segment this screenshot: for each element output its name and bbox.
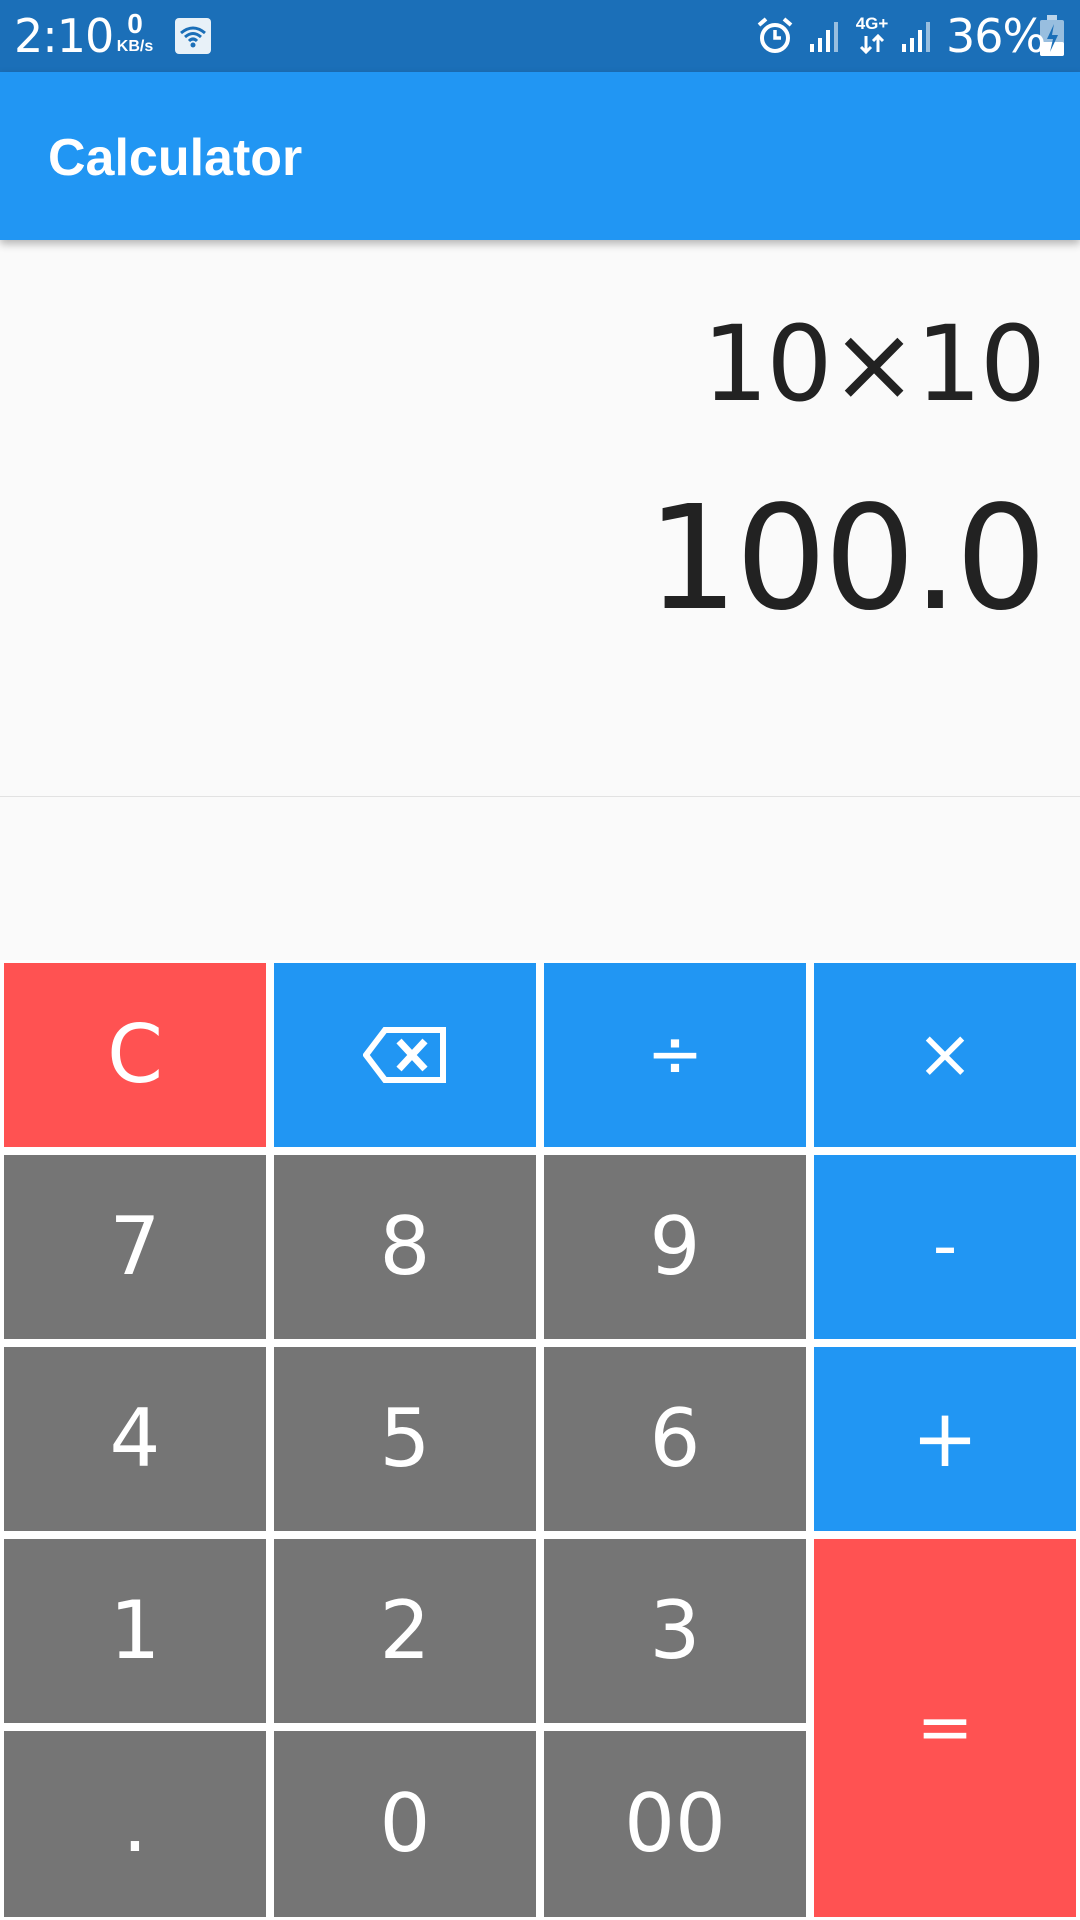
digit-1-button[interactable]: 1 [4, 1539, 266, 1723]
multiply-label: × [916, 1015, 974, 1094]
clear-label: C [107, 1008, 163, 1101]
wifi-icon [175, 18, 211, 54]
add-label: + [911, 1392, 979, 1485]
divide-label: ÷ [646, 1015, 704, 1094]
alarm-icon [757, 17, 793, 53]
signal-icon [810, 22, 838, 52]
digit-4-label: 4 [109, 1392, 161, 1485]
digit-0-label: 0 [379, 1777, 431, 1870]
digit-3-label: 3 [649, 1584, 701, 1677]
battery-charging-icon [1040, 15, 1064, 56]
digit-7-button[interactable]: 7 [4, 1155, 266, 1339]
equals-button[interactable]: = [814, 1539, 1076, 1917]
data-rate-unit: KB/s [116, 38, 154, 55]
digit-4-button[interactable]: 4 [4, 1347, 266, 1531]
data-arrows-icon [859, 33, 885, 55]
result-text: 100.0 [646, 474, 1047, 642]
digit-2-label: 2 [379, 1584, 431, 1677]
add-button[interactable]: + [814, 1347, 1076, 1531]
digit-8-button[interactable]: 8 [274, 1155, 536, 1339]
digit-2-button[interactable]: 2 [274, 1539, 536, 1723]
digit-3-button[interactable]: 3 [544, 1539, 806, 1723]
divide-button[interactable]: ÷ [544, 963, 806, 1147]
digit-6-label: 6 [649, 1392, 701, 1485]
status-bar: 2:10 0 KB/s 4G+ 36% [0, 0, 1080, 72]
digit-7-label: 7 [109, 1200, 161, 1293]
battery-percent: 36% [946, 9, 1046, 63]
double-zero-label: 00 [624, 1777, 726, 1870]
clear-button[interactable]: C [4, 963, 266, 1147]
digit-5-label: 5 [379, 1392, 431, 1485]
digit-5-button[interactable]: 5 [274, 1347, 536, 1531]
digit-0-button[interactable]: 0 [274, 1731, 536, 1917]
double-zero-button[interactable]: 00 [544, 1731, 806, 1917]
multiply-button[interactable]: × [814, 963, 1076, 1147]
data-rate-indicator: 0 KB/s [110, 10, 160, 56]
digit-8-label: 8 [379, 1200, 431, 1293]
equals-label: = [916, 1688, 974, 1767]
status-time: 2:10 [14, 9, 114, 63]
keypad: C ÷ × 7 8 9 - 4 5 6 + 1 2 3 = . 0 00 [0, 960, 1080, 1920]
digit-6-button[interactable]: 6 [544, 1347, 806, 1531]
decimal-button[interactable]: . [4, 1731, 266, 1917]
digit-1-label: 1 [109, 1584, 161, 1677]
calculator-display: 10×10 100.0 [0, 240, 1080, 796]
signal-icon-secondary [902, 22, 930, 52]
backspace-icon [363, 1027, 446, 1083]
network-type-label: 4G+ [855, 14, 889, 33]
display-divider [0, 796, 1080, 797]
subtract-label: - [932, 1207, 958, 1286]
app-title: Calculator [48, 129, 303, 187]
data-rate-value: 0 [127, 8, 143, 39]
expression-text: 10×10 [702, 303, 1046, 425]
digit-9-button[interactable]: 9 [544, 1155, 806, 1339]
decimal-label: . [122, 1777, 148, 1870]
digit-9-label: 9 [649, 1200, 701, 1293]
subtract-button[interactable]: - [814, 1155, 1076, 1339]
app-bar: Calculator [0, 72, 1080, 240]
backspace-button[interactable] [274, 963, 536, 1147]
network-type-indicator: 4G+ [852, 14, 892, 58]
